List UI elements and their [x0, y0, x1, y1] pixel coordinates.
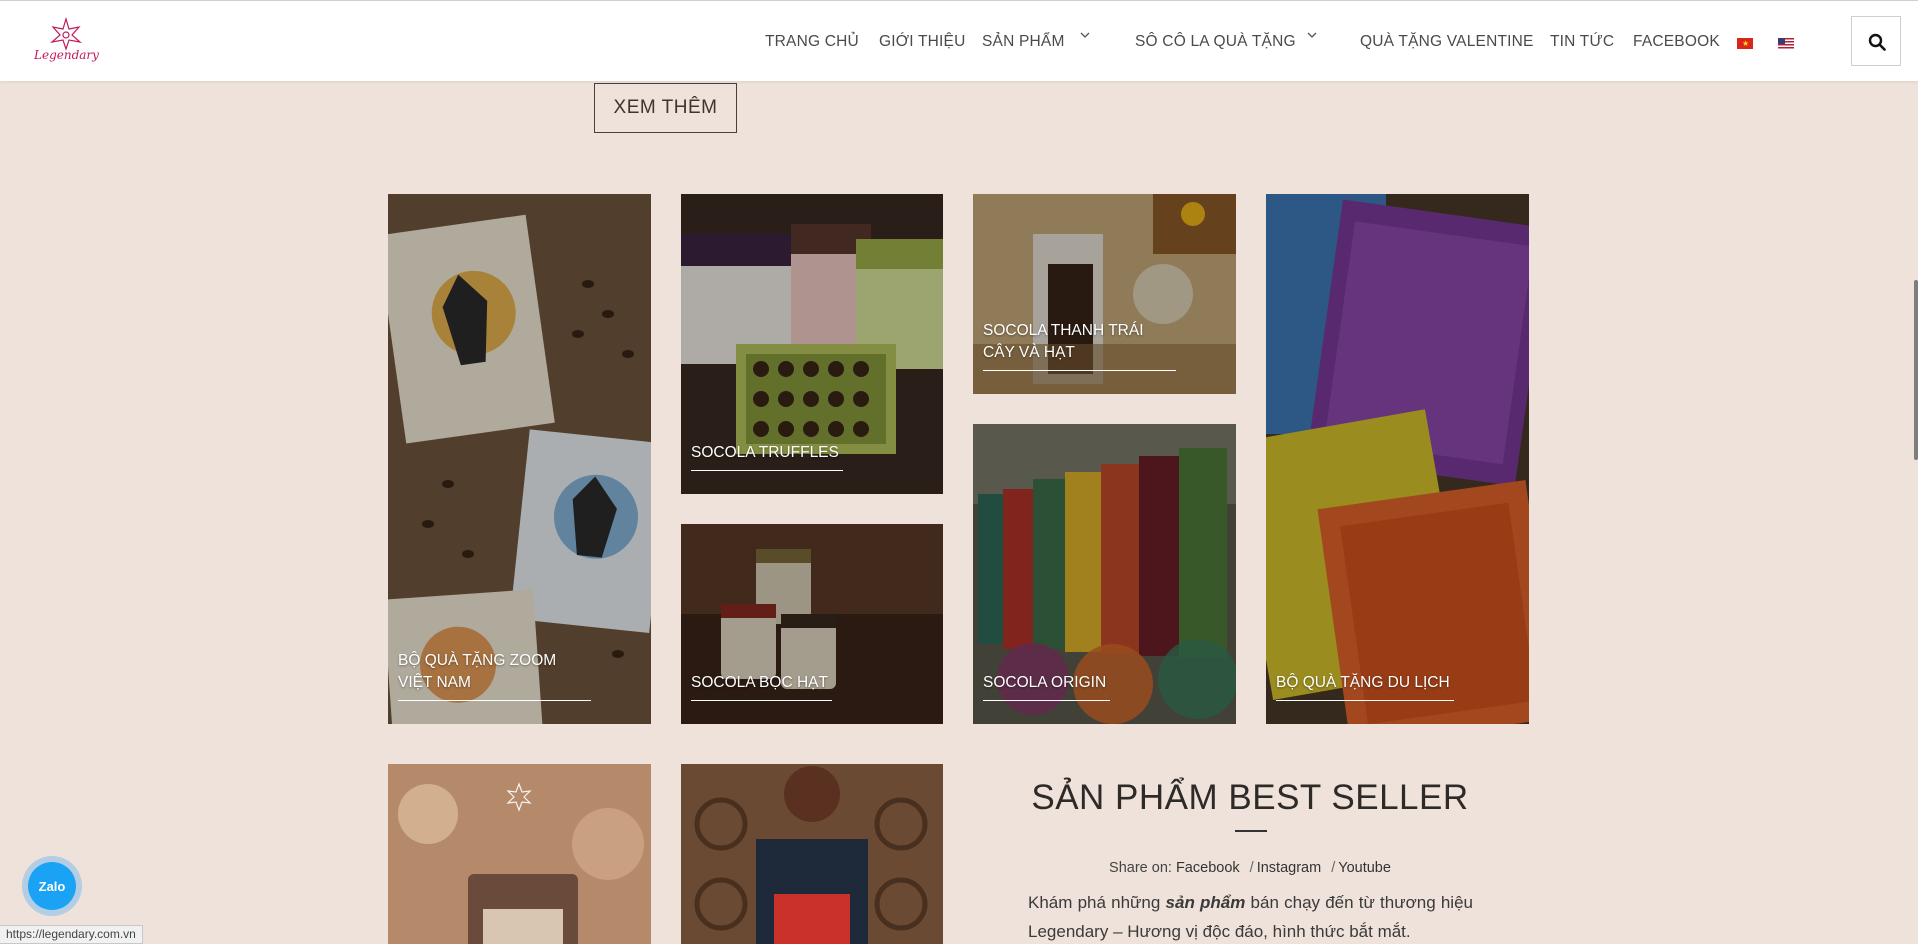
chevron-down-icon[interactable] [1079, 29, 1091, 41]
best-seller-description: Khám phá những sản phẩm bán chạy đến từ … [1028, 888, 1473, 944]
tile-caption: BỘ QUÀ TẶNG DU LỊCH [1276, 672, 1454, 701]
category-tile-travel-gift[interactable]: BỘ QUÀ TẶNG DU LỊCH [1266, 194, 1529, 724]
category-tile-origin[interactable]: SOCOLA ORIGIN [973, 424, 1236, 724]
share-facebook-link[interactable]: Facebook [1176, 860, 1240, 876]
search-button[interactable] [1851, 16, 1901, 66]
nav-home[interactable]: TRANG CHỦ [765, 33, 859, 51]
tile-caption: SOCOLA BỌC HẠT [691, 672, 832, 701]
divider: / [1331, 860, 1336, 876]
tile-image [388, 764, 651, 944]
best-seller-title: SẢN PHẨM BEST SELLER [1031, 778, 1469, 817]
search-icon [1868, 33, 1886, 51]
category-tile-fruit-nut-bars[interactable]: SOCOLA THANH TRÁI CÂY VÀ HẠT [973, 194, 1236, 394]
nav-valentine-gifts[interactable]: QUÀ TẶNG VALENTINE [1360, 33, 1534, 51]
share-instagram-link[interactable]: Instagram [1257, 860, 1321, 876]
tile-caption: SOCOLA ORIGIN [983, 672, 1111, 701]
category-tile-truffles[interactable]: SOCOLA TRUFFLES [681, 194, 943, 494]
share-links: Share on: Facebook / Instagram / Youtube [1000, 860, 1500, 876]
site-header: Legendary TRANG CHỦ GIỚI THIỆU SẢN PHẨM … [0, 0, 1918, 81]
see-more-button[interactable]: XEM THÊM [594, 83, 737, 133]
tile-image [681, 764, 943, 944]
category-tile-coated-nuts[interactable]: SOCOLA BỌC HẠT [681, 524, 943, 724]
share-label: Share on: [1109, 860, 1172, 876]
tile-overlay [388, 194, 651, 724]
zalo-chat-button[interactable]: Zalo [22, 856, 82, 916]
nav-products[interactable]: SẢN PHẨM [982, 33, 1065, 51]
title-divider [1235, 830, 1267, 832]
status-bar-url: https://legendary.com.vn [0, 925, 143, 944]
divider: / [1249, 860, 1254, 876]
product-tile-jar[interactable] [388, 764, 651, 944]
us-flag-icon[interactable] [1778, 38, 1794, 49]
nav-facebook[interactable]: FACEBOOK [1633, 33, 1720, 51]
tile-caption: BỘ QUÀ TẶNG ZOOM VIỆT NAM [398, 650, 591, 701]
zalo-icon: Zalo [28, 862, 76, 910]
share-youtube-link[interactable]: Youtube [1338, 860, 1391, 876]
description-emphasis: sản phẩm [1165, 893, 1246, 912]
nav-about[interactable]: GIỚI THIỆU [879, 33, 966, 51]
nav-gift-chocolate[interactable]: SÔ CÔ LA QUÀ TẶNG [1135, 33, 1296, 51]
tile-caption: SOCOLA THANH TRÁI CÂY VÀ HẠT [983, 320, 1176, 371]
product-tile-den72[interactable] [681, 764, 943, 944]
tile-overlay [1266, 194, 1529, 724]
chevron-down-icon[interactable] [1306, 29, 1318, 41]
main-nav: TRANG CHỦ GIỚI THIỆU SẢN PHẨM SÔ CÔ LA Q… [0, 1, 1918, 82]
category-tile-zoom-vietnam[interactable]: BỘ QUÀ TẶNG ZOOM VIỆT NAM [388, 194, 651, 724]
scrollbar-thumb[interactable] [1914, 280, 1918, 460]
vietnamese-flag-icon[interactable]: ★ [1737, 38, 1753, 49]
tile-caption: SOCOLA TRUFFLES [691, 442, 843, 471]
description-text: Khám phá những [1028, 893, 1166, 912]
nav-news[interactable]: TIN TỨC [1550, 33, 1614, 51]
